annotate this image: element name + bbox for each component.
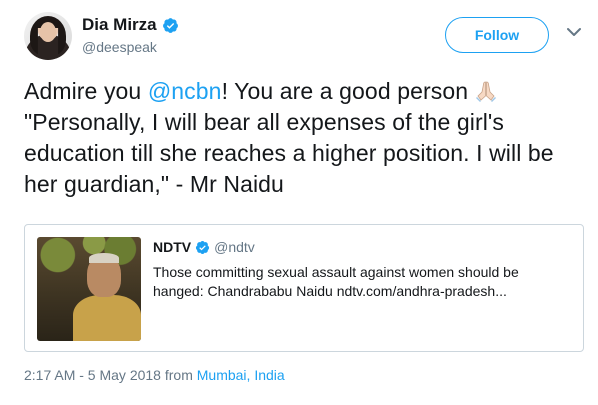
quoted-tweet-content: NDTV @ndtv Those committing sexual assau… (153, 239, 573, 301)
tweet-text-quote: "Personally, I will bear all expenses of… (24, 109, 554, 197)
avatar-face (40, 22, 56, 42)
folded-hands-icon (475, 81, 496, 102)
tweet-timestamp-row: 2:17 AM - 5 May 2018 from Mumbai, India (24, 367, 285, 383)
quoted-tweet-card[interactable]: NDTV @ndtv Those committing sexual assau… (24, 224, 584, 352)
quoted-tweet-name[interactable]: NDTV (153, 239, 191, 255)
user-names[interactable]: Dia Mirza @deespeak (82, 15, 179, 55)
verified-icon (196, 240, 210, 254)
quoted-tweet-handle[interactable]: @ndtv (214, 239, 255, 255)
display-name[interactable]: Dia Mirza (82, 15, 157, 35)
follow-button[interactable]: Follow (445, 17, 549, 53)
tweet-text-start: Admire you (24, 78, 148, 104)
quoted-tweet-text: Those committing sexual assault against … (153, 264, 519, 299)
user-handle[interactable]: @deespeak (82, 39, 179, 55)
location-link[interactable]: Mumbai, India (197, 367, 285, 383)
tweet-text-middle: ! You are a good person (221, 78, 475, 104)
quoted-tweet-author: NDTV @ndtv (153, 239, 573, 255)
mention-link[interactable]: @ncbn (148, 78, 222, 104)
display-name-row[interactable]: Dia Mirza (82, 15, 179, 35)
image-person-body (73, 295, 141, 341)
tweet-text: Admire you @ncbn! You are a good person … (24, 76, 584, 200)
avatar[interactable] (24, 12, 72, 60)
tweet-timestamp[interactable]: 2:17 AM - 5 May 2018 (24, 367, 161, 383)
quoted-tweet-image[interactable] (37, 237, 141, 341)
from-label: from (160, 367, 197, 383)
tweet-header: Dia Mirza @deespeak Follow (12, 12, 586, 62)
chevron-down-icon[interactable] (567, 27, 581, 37)
verified-icon (162, 17, 178, 33)
image-person-hair (89, 253, 119, 263)
